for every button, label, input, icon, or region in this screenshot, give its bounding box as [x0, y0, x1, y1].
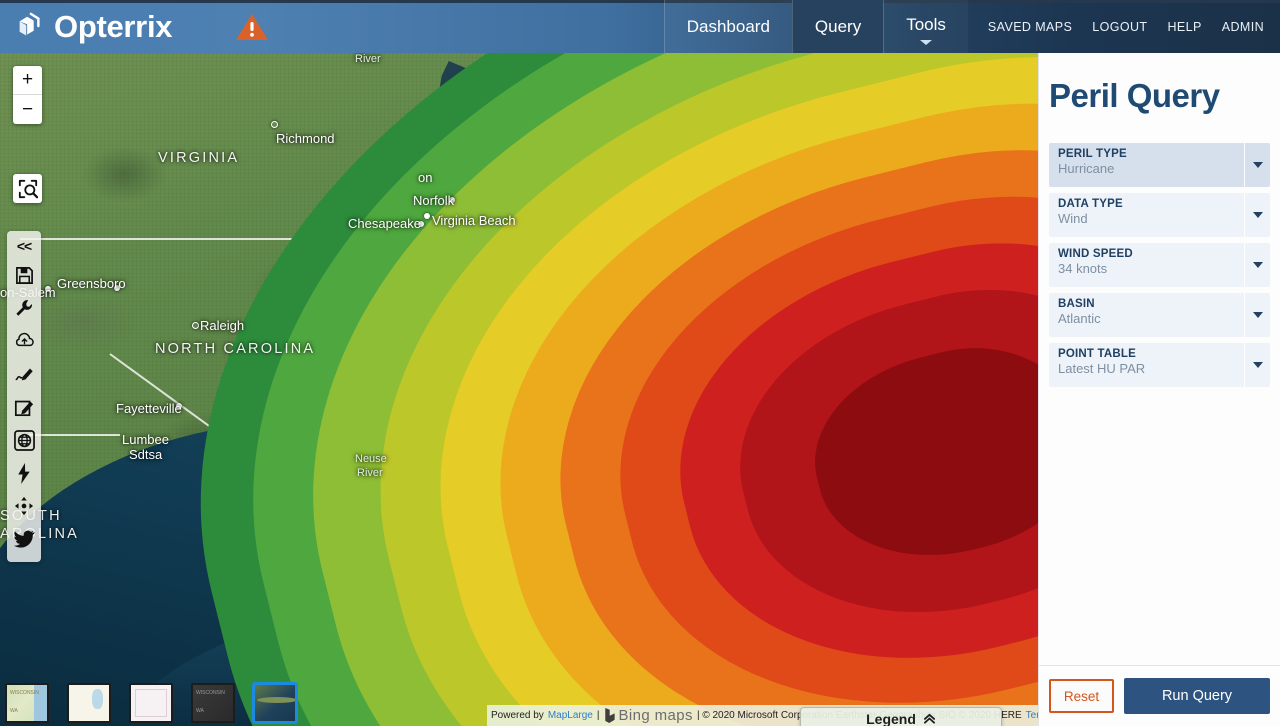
brand[interactable]: Opterrix: [0, 0, 173, 53]
query-fields: PERIL TYPE Hurricane DATA TYPE Wind WIND SPE…: [1039, 115, 1280, 387]
basemap-thumb-dark[interactable]: WISCONSIN WA: [191, 683, 235, 723]
chevron-double-up-icon: [923, 712, 936, 725]
nav-tab-query[interactable]: Query: [791, 0, 884, 53]
nav-tab-dashboard[interactable]: Dashboard: [663, 0, 792, 53]
lightning-icon[interactable]: [9, 458, 39, 488]
query-field-basin[interactable]: BASIN Atlantic: [1049, 293, 1270, 337]
zoom-controls: + −: [13, 66, 42, 124]
opterrix-logo-icon: [14, 12, 44, 42]
maplarge-link[interactable]: MapLarge: [548, 710, 593, 721]
bing-maps-label: Bing maps: [618, 707, 693, 724]
query-field-peril-type[interactable]: PERIL TYPE Hurricane: [1049, 143, 1270, 187]
attribution-separator: |: [596, 710, 600, 721]
utility-link-help[interactable]: HELP: [1167, 20, 1201, 34]
chevron-down-icon[interactable]: [1244, 343, 1270, 387]
main-nav: Dashboard Query Tools: [663, 0, 968, 53]
nav-tab-label: Dashboard: [686, 16, 770, 36]
query-field-value: Hurricane: [1058, 161, 1115, 176]
query-field-wind-speed[interactable]: WIND SPEED 34 knots: [1049, 243, 1270, 287]
edit-box-icon[interactable]: [9, 392, 39, 422]
query-panel: Peril Query PERIL TYPE Hurricane DATA TYPE…: [1038, 53, 1280, 726]
query-field-text: WIND SPEED 34 knots: [1049, 243, 1244, 287]
query-field-label: BASIN: [1058, 298, 1095, 310]
globe-icon[interactable]: [9, 425, 39, 455]
basemap-thumb-aerial[interactable]: [253, 683, 297, 723]
app-header: Opterrix Dashboard Query Tools SAVED MAP…: [0, 0, 1280, 53]
map-tool-strip: <<: [7, 231, 41, 562]
query-field-point-table[interactable]: POINT TABLE Latest HU PAR: [1049, 343, 1270, 387]
utility-link-admin[interactable]: ADMIN: [1222, 20, 1264, 34]
map-canvas[interactable]: VIRGINIA Richmond Norfolk Chesapeake Virgini…: [0, 53, 1038, 726]
legend-toggle[interactable]: Legend: [800, 707, 1002, 726]
chevron-down-icon: [920, 39, 933, 45]
cloud-upload-icon[interactable]: [9, 326, 39, 356]
query-field-label: DATA TYPE: [1058, 198, 1123, 210]
query-field-label: WIND SPEED: [1058, 248, 1133, 260]
page-title: Peril Query: [1049, 77, 1220, 114]
zoom-in-button[interactable]: +: [13, 66, 42, 95]
draw-pencil-icon[interactable]: [9, 359, 39, 389]
brand-name: Opterrix: [54, 9, 173, 44]
query-field-value: Wind: [1058, 211, 1088, 226]
basemap-thumb-grayscale[interactable]: [129, 683, 173, 723]
query-field-text: BASIN Atlantic: [1049, 293, 1244, 337]
utility-link-saved-maps[interactable]: SAVED MAPS: [988, 20, 1072, 34]
run-query-button[interactable]: Run Query: [1124, 678, 1270, 714]
zoom-to-area-icon[interactable]: [13, 174, 42, 203]
legend-label: Legend: [866, 710, 916, 726]
nav-tab-label: Query: [814, 16, 862, 36]
query-field-value: 34 knots: [1058, 261, 1108, 276]
wrench-icon[interactable]: [9, 293, 39, 323]
bing-mark-icon: [605, 708, 615, 723]
panel-footer: Reset Run Query: [1039, 665, 1280, 726]
terms-of-use-link[interactable]: Terms of Use: [1026, 710, 1038, 721]
query-field-value: Atlantic: [1058, 311, 1101, 326]
basemap-thumb-road[interactable]: WISCONSIN WA: [5, 683, 49, 723]
utility-link-logout[interactable]: LOGOUT: [1092, 20, 1147, 34]
warning-triangle-icon: [234, 11, 270, 43]
collapse-panel-button[interactable]: <<: [9, 235, 39, 257]
map-state-border-va-nc: [20, 238, 460, 240]
app-root: Opterrix Dashboard Query Tools SAVED MAP…: [0, 0, 1280, 726]
reset-button[interactable]: Reset: [1049, 679, 1114, 713]
save-icon[interactable]: [9, 260, 39, 290]
alert-indicator[interactable]: [234, 0, 270, 53]
query-field-value: Latest HU PAR: [1058, 361, 1146, 376]
chevron-down-icon[interactable]: [1244, 143, 1270, 187]
chevron-down-icon[interactable]: [1244, 193, 1270, 237]
twitter-icon[interactable]: [9, 524, 39, 554]
basemap-thumb-light[interactable]: [67, 683, 111, 723]
query-field-data-type[interactable]: DATA TYPE Wind: [1049, 193, 1270, 237]
chevron-down-icon[interactable]: [1244, 243, 1270, 287]
query-field-text: PERIL TYPE Hurricane: [1049, 143, 1244, 187]
bing-maps-logo: Bing maps: [603, 707, 693, 724]
chevron-down-icon[interactable]: [1244, 293, 1270, 337]
nav-tab-label: Tools: [906, 14, 946, 34]
query-field-label: POINT TABLE: [1058, 348, 1137, 360]
query-field-label: PERIL TYPE: [1058, 148, 1127, 160]
utility-nav: SAVED MAPS LOGOUT HELP ADMIN: [968, 0, 1280, 53]
attribution-powered-by: Powered by: [491, 710, 544, 721]
pan-move-icon[interactable]: [9, 491, 39, 521]
query-field-text: POINT TABLE Latest HU PAR: [1049, 343, 1244, 387]
nav-tab-tools[interactable]: Tools: [883, 0, 968, 53]
basemap-selector: WISCONSIN WA WISCONSIN WA: [5, 683, 297, 723]
query-field-text: DATA TYPE Wind: [1049, 193, 1244, 237]
zoom-out-button[interactable]: −: [13, 95, 42, 124]
